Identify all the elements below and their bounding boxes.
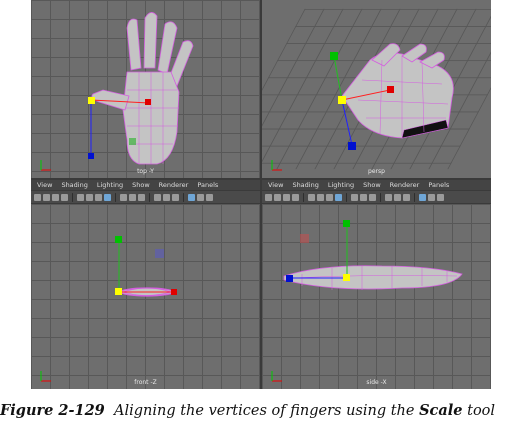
- panel-toolbar-front: [31, 191, 260, 203]
- menu-lighting[interactable]: Lighting: [97, 181, 123, 189]
- panel-toolbar-side: [262, 191, 491, 203]
- figure-caption: Figure 2-129 Aligning the vertices of fi…: [0, 402, 530, 419]
- wireframe-on-shaded-icon[interactable]: [360, 193, 367, 201]
- y-axis-handle[interactable]: [115, 236, 122, 243]
- bookmark-icon[interactable]: [52, 193, 59, 201]
- hand-mesh-persp: [330, 43, 454, 150]
- menu-shading[interactable]: Shading: [61, 181, 87, 189]
- z-axis-handle[interactable]: [88, 153, 94, 159]
- menu-view[interactable]: View: [268, 181, 283, 189]
- x-axis-handle[interactable]: [387, 86, 394, 93]
- caption-text-end: tool: [467, 403, 496, 419]
- bookmark-icon[interactable]: [283, 193, 290, 201]
- toolbar-divider: [380, 192, 381, 202]
- menu-renderer[interactable]: Renderer: [390, 181, 420, 189]
- toolbar-divider: [183, 192, 184, 202]
- toolbar-divider: [414, 192, 415, 202]
- grid-icon[interactable]: [77, 193, 84, 201]
- z-axis-handle[interactable]: [348, 142, 356, 150]
- hand-mesh-side: [283, 220, 463, 290]
- maya-viewport-frame: top -Y persp View Shading Lighting Show …: [31, 0, 491, 389]
- center-handle[interactable]: [338, 96, 346, 104]
- panel-menu-bar-side: View Shading Lighting Show Renderer Pane…: [262, 180, 491, 190]
- image-plane-icon[interactable]: [292, 193, 299, 201]
- camera-attributes-icon[interactable]: [274, 193, 281, 201]
- menu-panels[interactable]: Panels: [197, 181, 218, 189]
- x-axis-handle[interactable]: [300, 234, 309, 243]
- menu-renderer[interactable]: Renderer: [159, 181, 189, 189]
- smooth-shade-icon[interactable]: [351, 193, 358, 201]
- caption-text: Aligning the vertices of fingers using t…: [114, 403, 415, 419]
- toolbar-divider: [346, 192, 347, 202]
- menu-view[interactable]: View: [37, 181, 52, 189]
- image-plane-icon[interactable]: [61, 193, 68, 201]
- toolbar-divider: [72, 192, 73, 202]
- caption-tool-name: Scale: [419, 402, 463, 419]
- resolution-gate-icon[interactable]: [326, 193, 333, 201]
- viewport-label-persp: persp: [368, 168, 385, 175]
- center-handle[interactable]: [343, 274, 350, 281]
- lights-icon[interactable]: [154, 193, 161, 201]
- x-axis-handle[interactable]: [145, 99, 151, 105]
- center-handle[interactable]: [115, 288, 122, 295]
- xray-joints-icon[interactable]: [197, 193, 204, 201]
- x-axis-handle[interactable]: [171, 289, 177, 295]
- shadows-icon[interactable]: [163, 193, 170, 201]
- menu-lighting[interactable]: Lighting: [328, 181, 354, 189]
- hand-mesh-front: [115, 236, 177, 297]
- viewport-front[interactable]: front -Z: [31, 204, 260, 389]
- viewport-top[interactable]: top -Y: [31, 0, 260, 178]
- y-axis-handle-line: [333, 55, 343, 101]
- lights-icon[interactable]: [385, 193, 392, 201]
- film-gate-icon[interactable]: [86, 193, 93, 201]
- xray-joints-icon[interactable]: [428, 193, 435, 201]
- toolbar-divider: [115, 192, 116, 202]
- viewport-label-front: front -Z: [134, 379, 157, 386]
- shadows-icon[interactable]: [394, 193, 401, 201]
- menu-shading[interactable]: Shading: [292, 181, 318, 189]
- toolbar-divider: [303, 192, 304, 202]
- film-gate-icon[interactable]: [317, 193, 324, 201]
- resolution-gate-icon[interactable]: [95, 193, 102, 201]
- isolate-select-icon[interactable]: [172, 193, 179, 201]
- z-axis-handle[interactable]: [155, 249, 164, 258]
- panel-menu-bar-front: View Shading Lighting Show Renderer Pane…: [31, 180, 260, 190]
- y-axis-handle[interactable]: [330, 52, 338, 60]
- textured-icon[interactable]: [369, 193, 376, 201]
- camera-attributes-icon[interactable]: [43, 193, 50, 201]
- menu-show[interactable]: Show: [132, 181, 150, 189]
- hand-mesh-top: [88, 12, 194, 165]
- toolbar-divider: [149, 192, 150, 202]
- menu-show[interactable]: Show: [363, 181, 381, 189]
- wireframe-icon[interactable]: [335, 193, 342, 201]
- viewport-persp[interactable]: persp: [262, 0, 491, 178]
- grid-icon[interactable]: [308, 193, 315, 201]
- xray-icon[interactable]: [188, 193, 195, 201]
- y-axis-handle[interactable]: [343, 220, 350, 227]
- viewport-label-side: side -X: [366, 379, 387, 386]
- z-axis-handle[interactable]: [286, 275, 293, 282]
- xray-components-icon[interactable]: [206, 193, 213, 201]
- y-axis-handle[interactable]: [129, 138, 136, 145]
- wireframe-on-shaded-icon[interactable]: [129, 193, 136, 201]
- isolate-select-icon[interactable]: [403, 193, 410, 201]
- smooth-shade-icon[interactable]: [120, 193, 127, 201]
- figure-number: Figure 2-129: [0, 402, 105, 419]
- textured-icon[interactable]: [138, 193, 145, 201]
- menu-panels[interactable]: Panels: [428, 181, 449, 189]
- camera-select-icon[interactable]: [34, 193, 41, 201]
- camera-select-icon[interactable]: [265, 193, 272, 201]
- viewport-side[interactable]: side -X: [262, 204, 491, 389]
- center-handle[interactable]: [88, 97, 95, 104]
- xray-icon[interactable]: [419, 193, 426, 201]
- viewport-label-top: top -Y: [137, 168, 154, 175]
- wireframe-icon[interactable]: [104, 193, 111, 201]
- xray-components-icon[interactable]: [437, 193, 444, 201]
